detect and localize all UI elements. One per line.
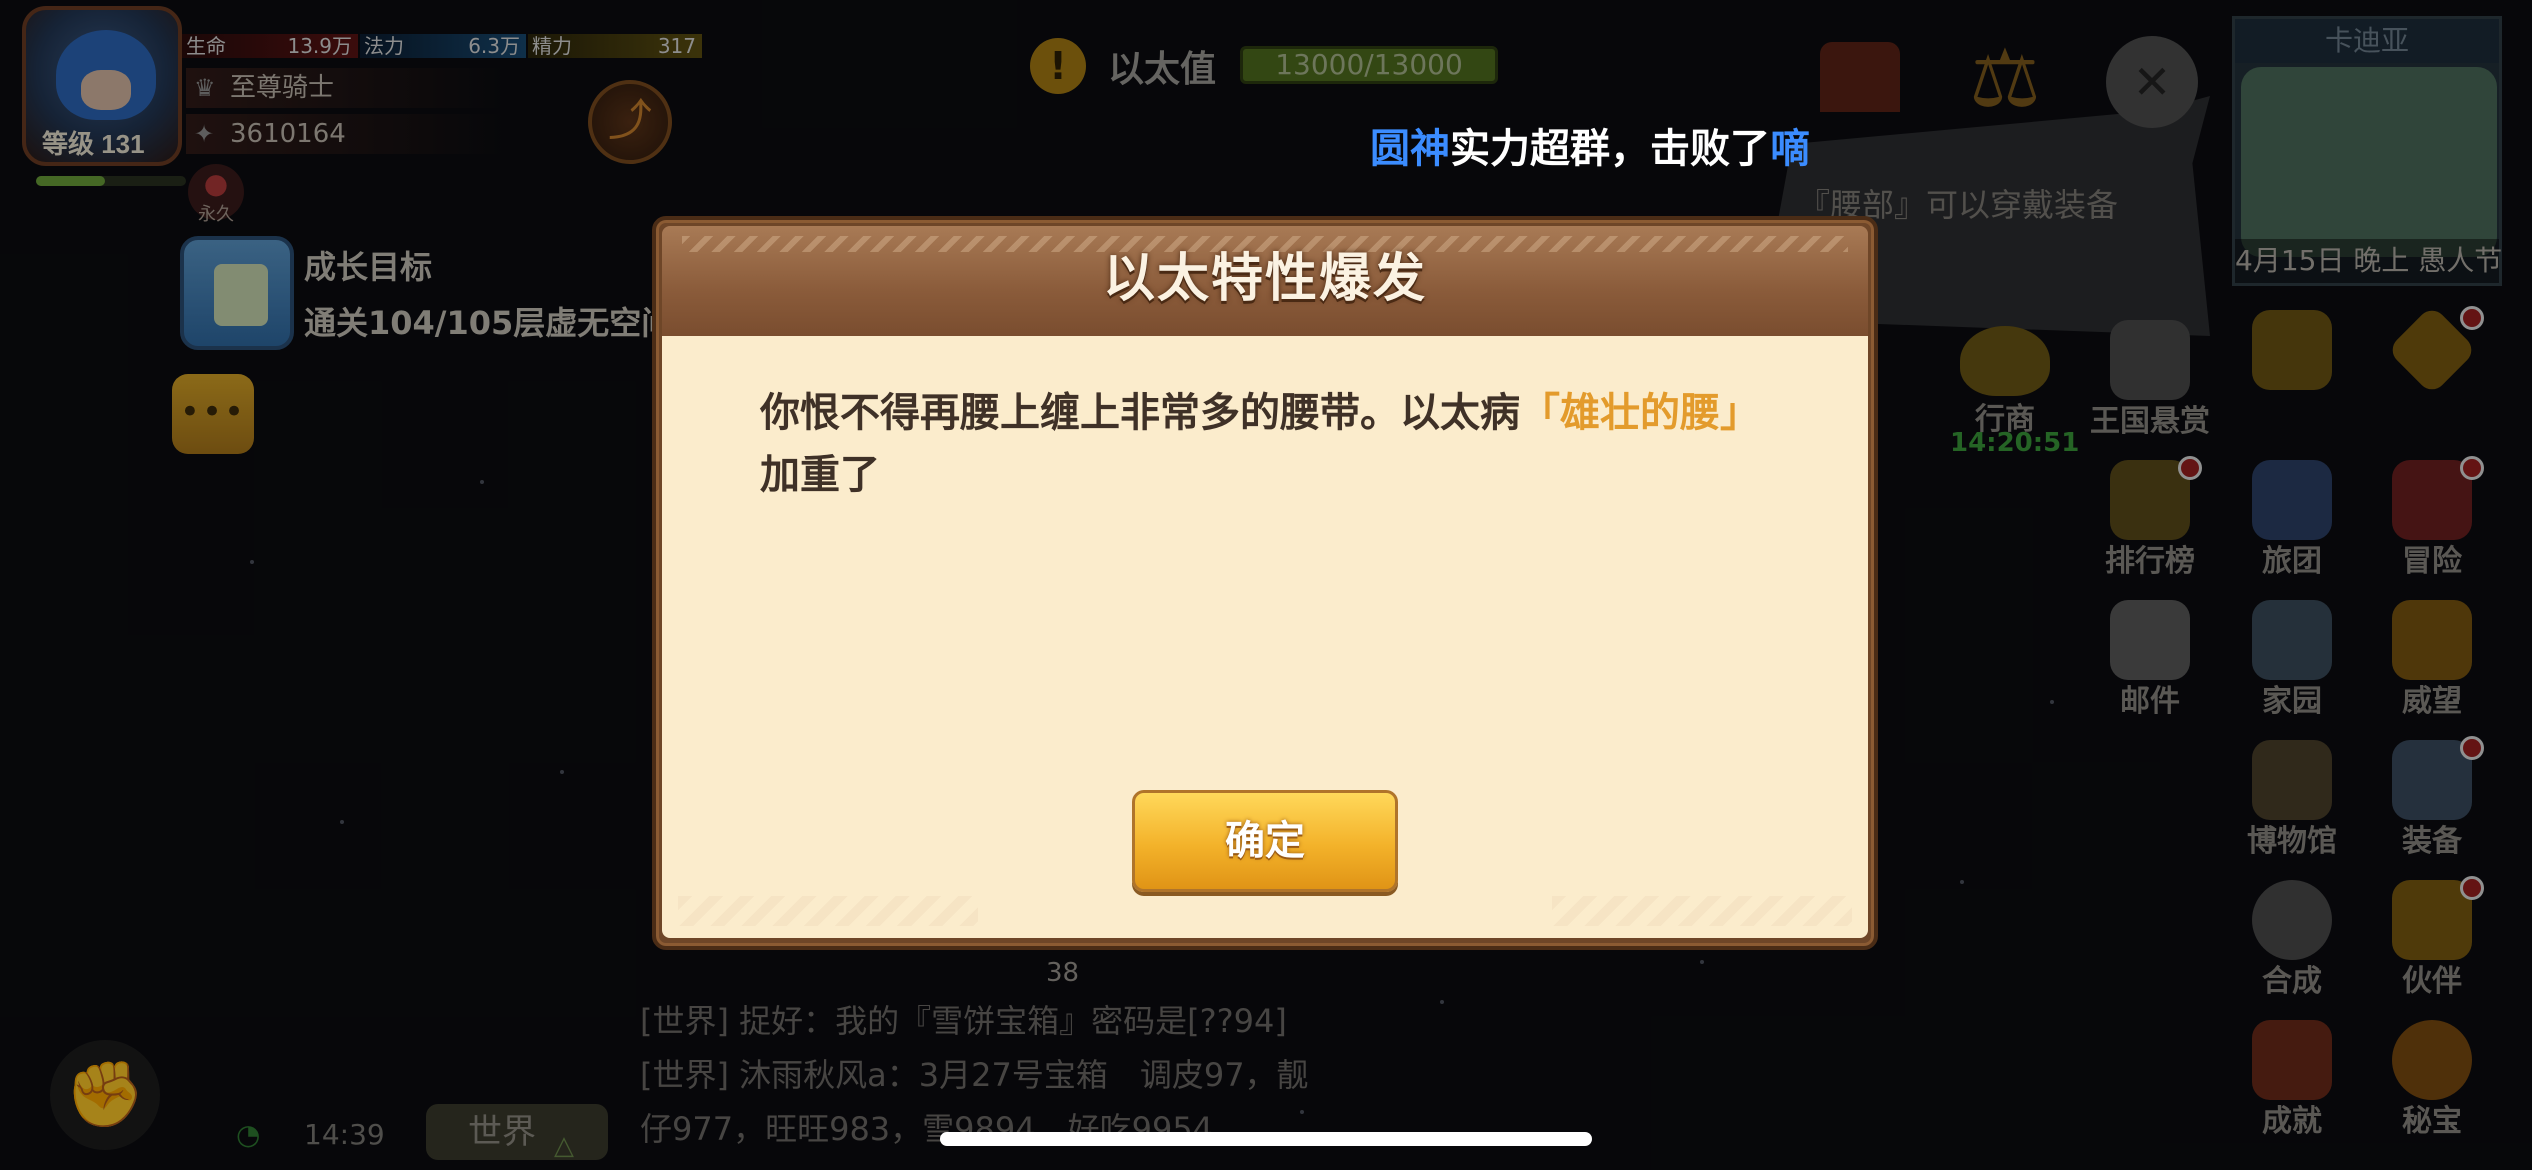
dialog-message-tail: 加重了 [760, 452, 880, 498]
dialog-message-text: 你恨不得再腰上缠上非常多的腰带。以太病 [760, 390, 1520, 436]
confirm-button[interactable]: 确定 [1132, 790, 1398, 892]
battle-toast: 圆神实力超群，击败了嘀 [1370, 116, 1810, 174]
dialog-title: 以太特性爆发 [1102, 249, 1427, 309]
toast-name-2: 嘀 [1770, 126, 1810, 172]
dialog-message-highlight: 「雄壮的腰」 [1520, 390, 1760, 436]
toast-middle: 实力超群，击败了 [1450, 126, 1770, 172]
dialog-message: 你恨不得再腰上缠上非常多的腰带。以太病「雄壮的腰」加重了 [760, 382, 1760, 506]
toast-name-1: 圆神 [1370, 126, 1450, 172]
home-indicator[interactable] [940, 1132, 1592, 1146]
dialog-decoration [678, 896, 978, 926]
dialog-decoration [1552, 896, 1852, 926]
